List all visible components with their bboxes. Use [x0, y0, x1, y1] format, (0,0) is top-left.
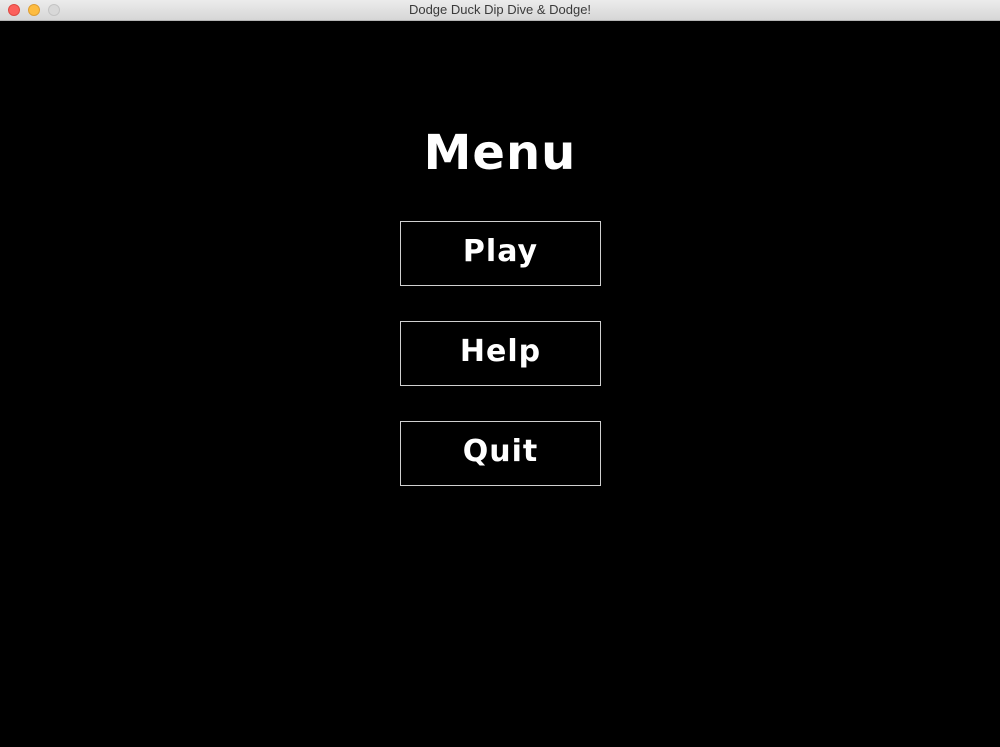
game-window: Dodge Duck Dip Dive & Dodge! Menu Play H… [0, 0, 1000, 747]
window-title: Dodge Duck Dip Dive & Dodge! [408, 2, 592, 17]
play-button[interactable]: Play [400, 221, 601, 286]
menu-title: Menu [423, 125, 577, 181]
help-button[interactable]: Help [400, 321, 601, 386]
window-titlebar[interactable]: Dodge Duck Dip Dive & Dodge! [0, 0, 1000, 21]
quit-button[interactable]: Quit [400, 421, 601, 486]
game-canvas: Menu Play Help Quit [0, 21, 1000, 747]
